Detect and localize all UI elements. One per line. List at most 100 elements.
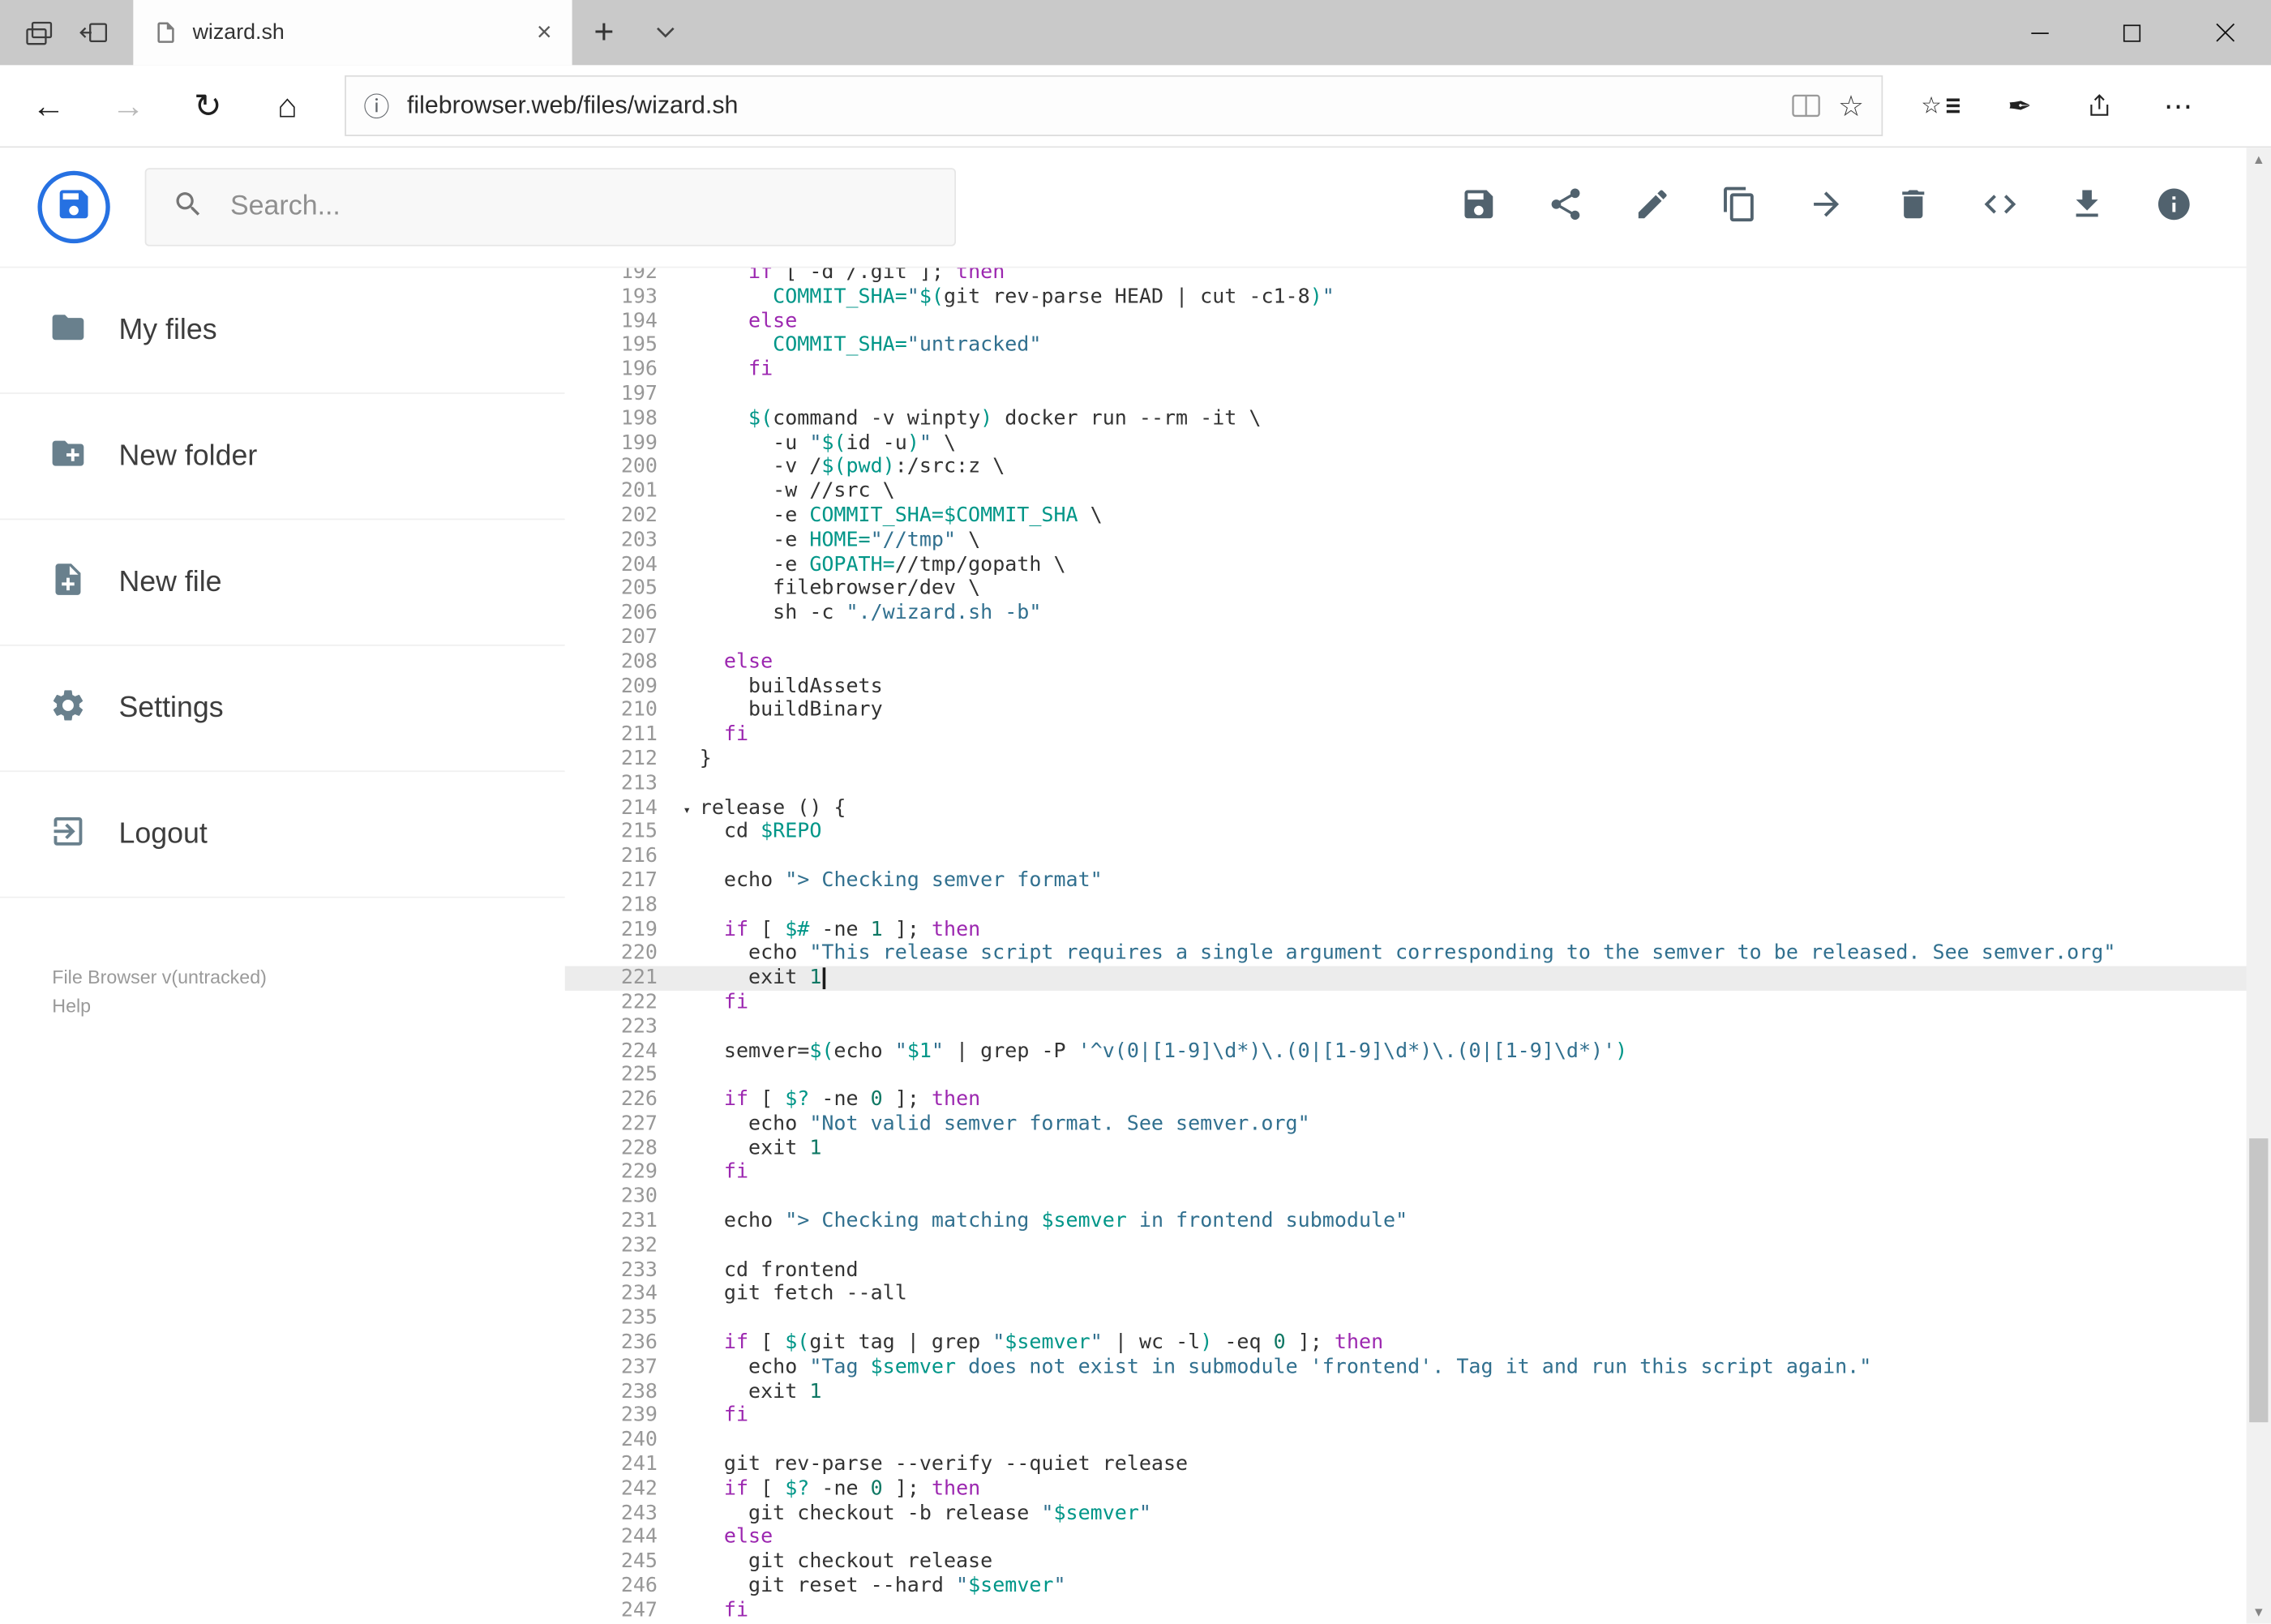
- code-line-196[interactable]: 196 fi: [565, 358, 2271, 383]
- code-line-223[interactable]: 223: [565, 1015, 2271, 1039]
- code-line-238[interactable]: 238 exit 1: [565, 1380, 2271, 1404]
- code-line-245[interactable]: 245 git checkout release: [565, 1550, 2271, 1575]
- code-line-240[interactable]: 240: [565, 1429, 2271, 1453]
- refresh-button[interactable]: ↻: [168, 72, 247, 139]
- sidebar-item-new-folder[interactable]: New folder: [0, 394, 565, 521]
- code-line-194[interactable]: 194 else: [565, 310, 2271, 334]
- tabs-set-aside-button[interactable]: [24, 17, 55, 49]
- sidebar-item-my-files[interactable]: My files: [0, 268, 565, 394]
- web-note-pen-icon[interactable]: ✒: [1980, 72, 2059, 139]
- code-line-242[interactable]: 242 if [ $? -ne 0 ]; then: [565, 1477, 2271, 1502]
- code-line-211[interactable]: 211 fi: [565, 723, 2271, 748]
- code-line-232[interactable]: 232: [565, 1234, 2271, 1258]
- toolbar-rename-button[interactable]: [1618, 173, 1687, 242]
- url-field[interactable]: ⓘ filebrowser.web/files/wizard.sh ☆: [345, 75, 1883, 136]
- favorite-star-icon[interactable]: ☆: [1838, 88, 1864, 124]
- code-line-195[interactable]: 195 COMMIT_SHA="untracked": [565, 334, 2271, 358]
- reading-view-icon[interactable]: [1792, 94, 1821, 118]
- toolbar-copy-button[interactable]: [1705, 173, 1775, 242]
- code-line-228[interactable]: 228 exit 1: [565, 1137, 2271, 1161]
- code-line-199[interactable]: 199 -u "$(id -u)" \: [565, 431, 2271, 456]
- toolbar-move-button[interactable]: [1792, 173, 1862, 242]
- code-line-193[interactable]: 193 COMMIT_SHA="$(git rev-parse HEAD | c…: [565, 285, 2271, 310]
- toolbar-delete-button[interactable]: [1879, 173, 1948, 242]
- code-line-220[interactable]: 220 echo "This release script requires a…: [565, 942, 2271, 966]
- code-line-236[interactable]: 236 if [ $(git tag | grep "$semver" | wc…: [565, 1331, 2271, 1356]
- code-line-213[interactable]: 213: [565, 772, 2271, 796]
- code-line-234[interactable]: 234 git fetch --all: [565, 1283, 2271, 1307]
- code-line-206[interactable]: 206 sh -c "./wizard.sh -b": [565, 602, 2271, 626]
- code-line-216[interactable]: 216: [565, 845, 2271, 869]
- tab-preview-button[interactable]: [78, 17, 109, 49]
- tab-list-chevron-icon[interactable]: [636, 0, 693, 65]
- scroll-down-arrow-icon[interactable]: ▼: [2247, 1601, 2271, 1624]
- scrollbar-thumb[interactable]: [2249, 1138, 2269, 1423]
- toolbar-info-button[interactable]: [2139, 173, 2209, 242]
- toolbar-code-button[interactable]: [1965, 173, 2035, 242]
- code-line-212[interactable]: 212}: [565, 748, 2271, 772]
- share-button[interactable]: [2059, 72, 2139, 139]
- code-line-247[interactable]: 247 fi: [565, 1599, 2271, 1623]
- code-line-205[interactable]: 205 filebrowser/dev \: [565, 577, 2271, 602]
- sidebar-item-new-file[interactable]: New file: [0, 520, 565, 646]
- code-line-218[interactable]: 218: [565, 893, 2271, 918]
- code-line-226[interactable]: 226 if [ $? -ne 0 ]; then: [565, 1088, 2271, 1112]
- code-line-229[interactable]: 229 fi: [565, 1161, 2271, 1185]
- scrollbar-track[interactable]: [2247, 171, 2271, 1601]
- browser-tab[interactable]: wizard.sh ×: [133, 0, 572, 66]
- hub-favorites-button[interactable]: ☆: [1900, 72, 1980, 139]
- code-line-222[interactable]: 222 fi: [565, 991, 2271, 1015]
- code-line-208[interactable]: 208 else: [565, 650, 2271, 675]
- filebrowser-logo[interactable]: [37, 170, 110, 244]
- sidebar-item-logout[interactable]: Logout: [0, 772, 565, 898]
- help-link[interactable]: Help: [52, 992, 564, 1022]
- code-line-202[interactable]: 202 -e COMMIT_SHA=$COMMIT_SHA \: [565, 504, 2271, 529]
- code-line-214[interactable]: 214 ▾ release () {: [565, 796, 2271, 821]
- more-menu-button[interactable]: ⋯: [2139, 72, 2218, 139]
- toolbar-share-button[interactable]: [1531, 173, 1600, 242]
- code-line-219[interactable]: 219 if [ $# -ne 1 ]; then: [565, 918, 2271, 942]
- code-line-225[interactable]: 225: [565, 1064, 2271, 1088]
- code-line-204[interactable]: 204 -e GOPATH=//tmp/gopath \: [565, 553, 2271, 577]
- scroll-up-arrow-icon[interactable]: ▲: [2247, 148, 2271, 171]
- code-line-192[interactable]: 192 if [ -d /.git ]; then: [565, 268, 2271, 285]
- code-line-207[interactable]: 207: [565, 626, 2271, 650]
- code-line-231[interactable]: 231 echo "> Checking matching $semver in…: [565, 1210, 2271, 1234]
- code-line-201[interactable]: 201 -w //src \: [565, 480, 2271, 504]
- toolbar-download-button[interactable]: [2052, 173, 2122, 242]
- sidebar-item-settings[interactable]: Settings: [0, 646, 565, 773]
- window-close-button[interactable]: [2179, 0, 2271, 65]
- code-line-197[interactable]: 197: [565, 383, 2271, 407]
- code-line-224[interactable]: 224 semver=$(echo "$1" | grep -P '^v(0|[…: [565, 1039, 2271, 1064]
- code-line-203[interactable]: 203 -e HOME="//tmp" \: [565, 529, 2271, 553]
- new-tab-button[interactable]: +: [572, 0, 636, 65]
- code-line-210[interactable]: 210 buildBinary: [565, 699, 2271, 723]
- code-line-237[interactable]: 237 echo "Tag $semver does not exist in …: [565, 1356, 2271, 1380]
- window-minimize-button[interactable]: [1993, 0, 2085, 65]
- code-line-227[interactable]: 227 echo "Not valid semver format. See s…: [565, 1112, 2271, 1137]
- code-line-221[interactable]: 221 exit 1: [564, 966, 2271, 991]
- window-maximize-button[interactable]: [2085, 0, 2178, 65]
- home-button[interactable]: ⌂: [247, 72, 327, 139]
- code-line-244[interactable]: 244 else: [565, 1526, 2271, 1550]
- code-line-239[interactable]: 239 fi: [565, 1404, 2271, 1429]
- code-line-235[interactable]: 235: [565, 1307, 2271, 1331]
- forward-button[interactable]: →: [88, 72, 168, 139]
- code-line-198[interactable]: 198 $(command -v winpty) docker run --rm…: [565, 407, 2271, 431]
- code-line-200[interactable]: 200 -v /$(pwd):/src:z \: [565, 456, 2271, 480]
- toolbar-save-button[interactable]: [1444, 173, 1514, 242]
- code-line-246[interactable]: 246 git reset --hard "$semver": [565, 1575, 2271, 1599]
- code-line-233[interactable]: 233 cd frontend: [565, 1258, 2271, 1283]
- site-info-icon[interactable]: ⓘ: [363, 87, 389, 124]
- search-input[interactable]: [227, 190, 929, 225]
- page-scrollbar[interactable]: ▲ ▼: [2246, 148, 2271, 1624]
- fold-marker-icon[interactable]: ▾: [683, 799, 691, 823]
- back-button[interactable]: ←: [9, 72, 88, 139]
- tab-close-icon[interactable]: ×: [528, 17, 560, 48]
- code-line-241[interactable]: 241 git rev-parse --verify --quiet relea…: [565, 1453, 2271, 1477]
- code-line-217[interactable]: 217 echo "> Checking semver format": [565, 869, 2271, 893]
- code-line-215[interactable]: 215 cd $REPO: [565, 821, 2271, 845]
- code-line-243[interactable]: 243 git checkout -b release "$semver": [565, 1502, 2271, 1526]
- search-box[interactable]: [144, 168, 956, 246]
- code-line-230[interactable]: 230: [565, 1185, 2271, 1210]
